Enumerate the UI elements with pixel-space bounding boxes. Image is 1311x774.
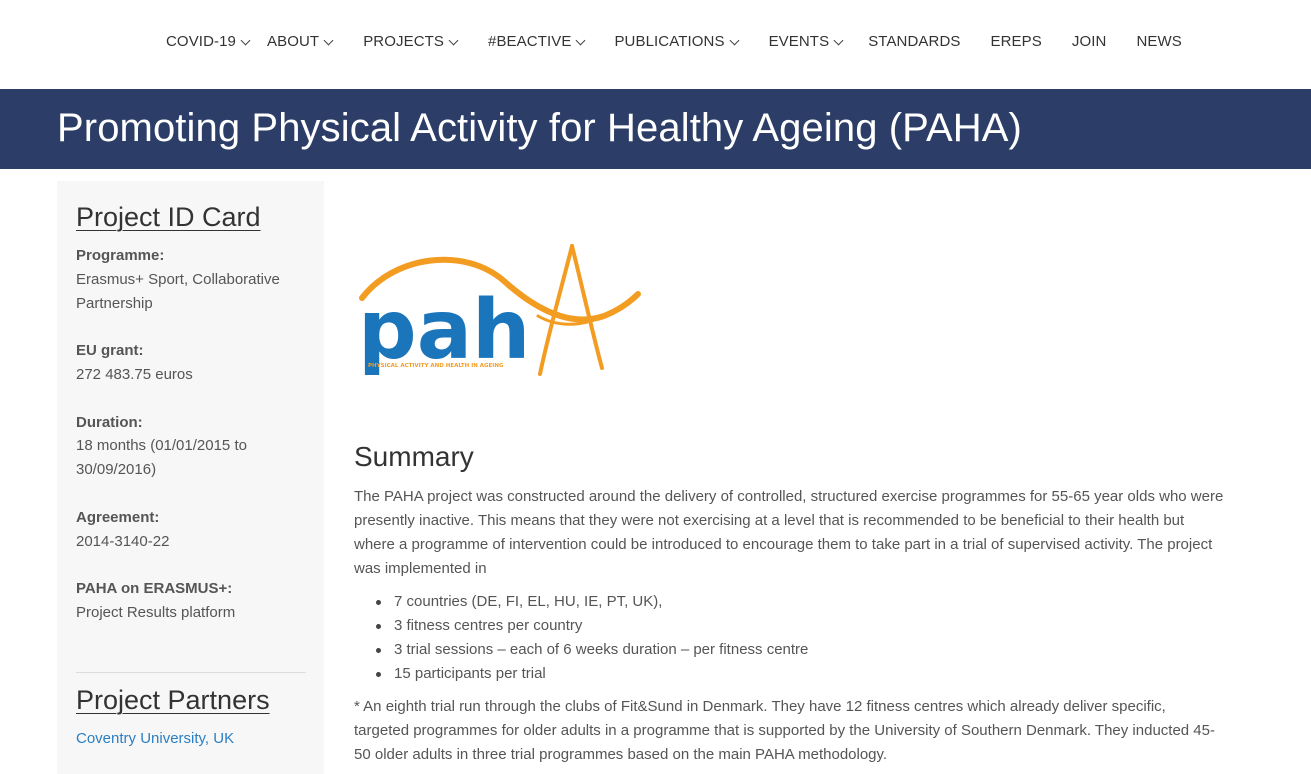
nav-item-label: NEWS — [1136, 33, 1182, 50]
nav-item-label: #BEACTIVE — [488, 33, 572, 50]
list-item: 7 countries (DE, FI, EL, HU, IE, PT, UK)… — [354, 590, 808, 614]
nav-item-join[interactable]: JOIN — [1072, 33, 1107, 50]
project-sidebar: Project ID Card Programme: Erasmus+ Spor… — [57, 181, 324, 774]
nav-item-ereps[interactable]: EREPS — [991, 33, 1042, 50]
chevron-down-icon — [575, 35, 586, 46]
list-item: 15 participants per trial — [354, 662, 808, 686]
duration-label: Duration: — [76, 414, 143, 431]
chevron-down-icon — [323, 35, 334, 46]
nav-item-covid[interactable]: COVID-19 — [166, 33, 251, 50]
grant-label: EU grant: — [76, 342, 144, 359]
summary-intro: The PAHA project was constructed around … — [354, 488, 1224, 577]
chevron-down-icon — [833, 35, 844, 46]
list-item: 3 trial sessions – each of 6 weeks durat… — [354, 638, 808, 662]
sidebar-divider — [76, 672, 306, 673]
nav-item-label: JOIN — [1071, 33, 1107, 50]
nav-item-label: EREPS — [990, 33, 1042, 50]
list-item: 3 fitness centres per country — [354, 614, 808, 638]
summary-heading: Summary — [354, 441, 474, 472]
nav-item-projects[interactable]: PROJECTS — [363, 33, 459, 50]
partner-link[interactable]: Coventry University, UK — [76, 730, 234, 747]
nav-item-label: ABOUT — [267, 33, 320, 50]
nav-item-news[interactable]: NEWS — [1136, 33, 1181, 50]
nav-item-about[interactable]: ABOUT — [267, 33, 334, 50]
nav-item-standards[interactable]: STANDARDS — [868, 33, 960, 50]
summary-footnote: * An eighth trial run through the clubs … — [354, 698, 1215, 763]
logo-tagline: PHYSICAL ACTIVITY AND HEALTH IN AGEING — [368, 363, 504, 369]
top-navigation: COVID-19 ABOUT PROJECTS #BEACTIVE PUBLIC… — [0, 0, 1311, 89]
chevron-down-icon — [448, 35, 459, 46]
erasmus-label: PAHA on ERASMUS+: — [76, 580, 233, 597]
id-card-heading[interactable]: Project ID Card — [76, 202, 261, 233]
nav-item-label: EVENTS — [768, 33, 830, 50]
chevron-down-icon — [729, 35, 740, 46]
nav-menu: COVID-19 ABOUT PROJECTS #BEACTIVE PUBLIC… — [166, 33, 1182, 50]
nav-item-label: STANDARDS — [868, 33, 961, 50]
programme-label: Programme: — [76, 247, 165, 264]
nav-item-label: PUBLICATIONS — [614, 33, 725, 50]
agreement-value: 2014-3140-22 — [76, 533, 170, 550]
agreement-label: Agreement: — [76, 509, 160, 526]
paha-logo-graphic: pah PHYSICAL ACTIVITY AND HEALTH IN AGEI… — [358, 244, 641, 378]
nav-item-beactive[interactable]: #BEACTIVE — [488, 33, 586, 50]
nav-item-events[interactable]: EVENTS — [768, 33, 844, 50]
programme-value: Erasmus+ Sport, Collaborative Partnershi… — [76, 271, 280, 312]
grant-value: 272 483.75 euros — [76, 366, 193, 383]
implementation-list: 7 countries (DE, FI, EL, HU, IE, PT, UK)… — [354, 590, 808, 686]
page-title: Promoting Physical Activity for Healthy … — [57, 106, 1022, 150]
nav-item-label: COVID-19 — [166, 33, 236, 50]
nav-item-label: PROJECTS — [363, 33, 444, 50]
nav-item-publications[interactable]: PUBLICATIONS — [614, 33, 740, 50]
chevron-down-icon — [240, 35, 251, 46]
paha-logo: pah PHYSICAL ACTIVITY AND HEALTH IN AGEI… — [354, 236, 644, 386]
duration-value: 18 months (01/01/2015 to 30/09/2016) — [76, 437, 247, 478]
erasmus-results-link[interactable]: Project Results platform — [76, 601, 306, 625]
partners-heading[interactable]: Project Partners — [76, 685, 270, 716]
